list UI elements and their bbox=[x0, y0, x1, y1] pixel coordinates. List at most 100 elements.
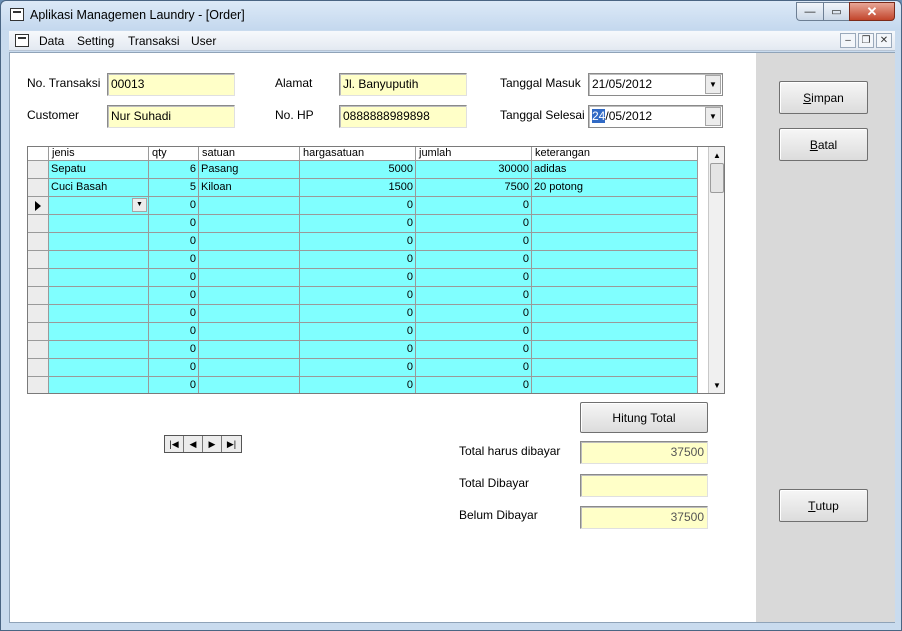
grid-cell-qty[interactable]: 0 bbox=[149, 359, 199, 377]
grid-cell-satuan[interactable] bbox=[199, 341, 300, 359]
grid-cell-keterangan[interactable]: 20 potong bbox=[532, 179, 698, 197]
chevron-down-icon[interactable]: ▼ bbox=[705, 107, 721, 126]
grid-cell-qty[interactable]: 0 bbox=[149, 287, 199, 305]
grid-cell-qty[interactable]: 0 bbox=[149, 323, 199, 341]
minimize-button[interactable]: — bbox=[796, 2, 823, 21]
prev-record-icon[interactable]: ◀ bbox=[184, 436, 203, 452]
no-transaksi-field[interactable]: 00013 bbox=[107, 73, 235, 96]
grid-cell-jenis[interactable] bbox=[49, 377, 149, 393]
grid-vertical-scrollbar[interactable]: ▲ ▼ bbox=[708, 147, 724, 393]
grid-cell-qty[interactable]: 0 bbox=[149, 215, 199, 233]
row-selector[interactable] bbox=[28, 287, 49, 305]
row-selector[interactable] bbox=[28, 323, 49, 341]
close-button[interactable]: ✕ bbox=[849, 2, 895, 21]
row-selector[interactable] bbox=[28, 341, 49, 359]
grid-cell-keterangan[interactable] bbox=[532, 215, 698, 233]
belum-dibayar-field[interactable]: 37500 bbox=[580, 506, 708, 529]
grid-cell-jumlah[interactable]: 0 bbox=[416, 377, 532, 393]
grid-cell-hargasatuan[interactable]: 0 bbox=[300, 197, 416, 215]
grid-cell-qty[interactable]: 0 bbox=[149, 269, 199, 287]
grid-cell-keterangan[interactable] bbox=[532, 197, 698, 215]
grid-column-header-jenis[interactable]: jenis bbox=[49, 147, 149, 161]
row-selector[interactable] bbox=[28, 269, 49, 287]
grid-cell-jenis[interactable] bbox=[49, 233, 149, 251]
table-row[interactable]: Sepatu 6 Pasang 5000 30000 adidas bbox=[28, 161, 698, 179]
grid-cell-satuan[interactable] bbox=[199, 377, 300, 393]
child-window-icon[interactable] bbox=[15, 34, 29, 47]
grid-cell-satuan[interactable] bbox=[199, 215, 300, 233]
grid-cell-jumlah[interactable]: 30000 bbox=[416, 161, 532, 179]
grid-cell-qty[interactable]: 6 bbox=[149, 161, 199, 179]
mdi-restore-button[interactable]: ❐ bbox=[858, 33, 874, 48]
row-selector[interactable] bbox=[28, 251, 49, 269]
row-selector[interactable] bbox=[28, 197, 49, 215]
grid-cell-keterangan[interactable] bbox=[532, 287, 698, 305]
maximize-button[interactable]: ▭ bbox=[823, 2, 849, 21]
grid-cell-jumlah[interactable]: 0 bbox=[416, 197, 532, 215]
table-row[interactable]: 0 0 0 bbox=[28, 341, 698, 359]
grid-cell-jenis[interactable] bbox=[49, 359, 149, 377]
row-selector[interactable] bbox=[28, 215, 49, 233]
grid-cell-keterangan[interactable] bbox=[532, 323, 698, 341]
grid-cell-qty[interactable]: 5 bbox=[149, 179, 199, 197]
grid-cell-keterangan[interactable] bbox=[532, 305, 698, 323]
table-row[interactable]: 0 0 0 bbox=[28, 377, 698, 393]
grid-cell-jenis[interactable]: Sepatu bbox=[49, 161, 149, 179]
grid-cell-jumlah[interactable]: 0 bbox=[416, 341, 532, 359]
grid-cell-hargasatuan[interactable]: 0 bbox=[300, 341, 416, 359]
grid-cell-jumlah[interactable]: 0 bbox=[416, 323, 532, 341]
grid-cell-keterangan[interactable] bbox=[532, 359, 698, 377]
grid-cell-jenis[interactable] bbox=[49, 251, 149, 269]
table-row[interactable]: 0 0 0 bbox=[28, 287, 698, 305]
title-bar[interactable]: Aplikasi Managemen Laundry - [Order] — ▭… bbox=[1, 1, 901, 30]
mdi-minimize-button[interactable]: – bbox=[840, 33, 856, 48]
grid-cell-satuan[interactable] bbox=[199, 197, 300, 215]
grid-cell-keterangan[interactable] bbox=[532, 251, 698, 269]
menu-item-transaksi[interactable]: Transaksi bbox=[128, 34, 180, 48]
grid-column-header-satuan[interactable]: satuan bbox=[199, 147, 300, 161]
grid-cell-qty[interactable]: 0 bbox=[149, 233, 199, 251]
grid-cell-jenis[interactable] bbox=[49, 287, 149, 305]
grid-cell-jenis[interactable] bbox=[49, 323, 149, 341]
grid-cell-satuan[interactable] bbox=[199, 269, 300, 287]
grid-cell-satuan[interactable] bbox=[199, 287, 300, 305]
next-record-icon[interactable]: ▶ bbox=[203, 436, 222, 452]
tutup-button[interactable]: Tutup bbox=[779, 489, 868, 522]
grid-cell-satuan[interactable] bbox=[199, 359, 300, 377]
grid-cell-keterangan[interactable] bbox=[532, 269, 698, 287]
menu-item-user[interactable]: User bbox=[191, 34, 216, 48]
grid-cell-jenis[interactable] bbox=[49, 269, 149, 287]
order-detail-grid[interactable]: jenis qty satuan hargasatuan jumlah keteranga… bbox=[27, 146, 725, 394]
table-row[interactable]: 0 0 0 bbox=[28, 305, 698, 323]
table-row[interactable]: 0 0 0 bbox=[28, 359, 698, 377]
grid-cell-jumlah[interactable]: 0 bbox=[416, 251, 532, 269]
grid-cell-satuan[interactable]: Kiloan bbox=[199, 179, 300, 197]
row-selector[interactable] bbox=[28, 233, 49, 251]
table-row[interactable]: ▼ 0 0 0 bbox=[28, 197, 698, 215]
grid-cell-hargasatuan[interactable]: 0 bbox=[300, 269, 416, 287]
grid-cell-jenis[interactable] bbox=[49, 215, 149, 233]
total-harus-field[interactable]: 37500 bbox=[580, 441, 708, 464]
grid-cell-hargasatuan[interactable]: 0 bbox=[300, 287, 416, 305]
grid-cell-hargasatuan[interactable]: 0 bbox=[300, 359, 416, 377]
customer-field[interactable]: Nur Suhadi bbox=[107, 105, 235, 128]
grid-cell-hargasatuan[interactable]: 0 bbox=[300, 377, 416, 393]
grid-cell-jenis[interactable]: Cuci Basah bbox=[49, 179, 149, 197]
table-row[interactable]: 0 0 0 bbox=[28, 323, 698, 341]
grid-cell-jumlah[interactable]: 7500 bbox=[416, 179, 532, 197]
first-record-icon[interactable]: |◀ bbox=[165, 436, 184, 452]
nohp-field[interactable]: 0888888989898 bbox=[339, 105, 467, 128]
mdi-close-button[interactable]: ✕ bbox=[876, 33, 892, 48]
grid-cell-hargasatuan[interactable]: 0 bbox=[300, 251, 416, 269]
scroll-down-icon[interactable]: ▼ bbox=[710, 378, 724, 392]
table-row[interactable]: Cuci Basah 5 Kiloan 1500 7500 20 potong bbox=[28, 179, 698, 197]
grid-cell-hargasatuan[interactable]: 0 bbox=[300, 215, 416, 233]
total-dibayar-field[interactable] bbox=[580, 474, 708, 497]
grid-cell-jumlah[interactable]: 0 bbox=[416, 269, 532, 287]
grid-cell-jumlah[interactable]: 0 bbox=[416, 305, 532, 323]
grid-cell-jumlah[interactable]: 0 bbox=[416, 359, 532, 377]
table-row[interactable]: 0 0 0 bbox=[28, 251, 698, 269]
grid-cell-qty[interactable]: 0 bbox=[149, 341, 199, 359]
grid-cell-keterangan[interactable]: adidas bbox=[532, 161, 698, 179]
grid-column-header-keterangan[interactable]: keterangan bbox=[532, 147, 698, 161]
